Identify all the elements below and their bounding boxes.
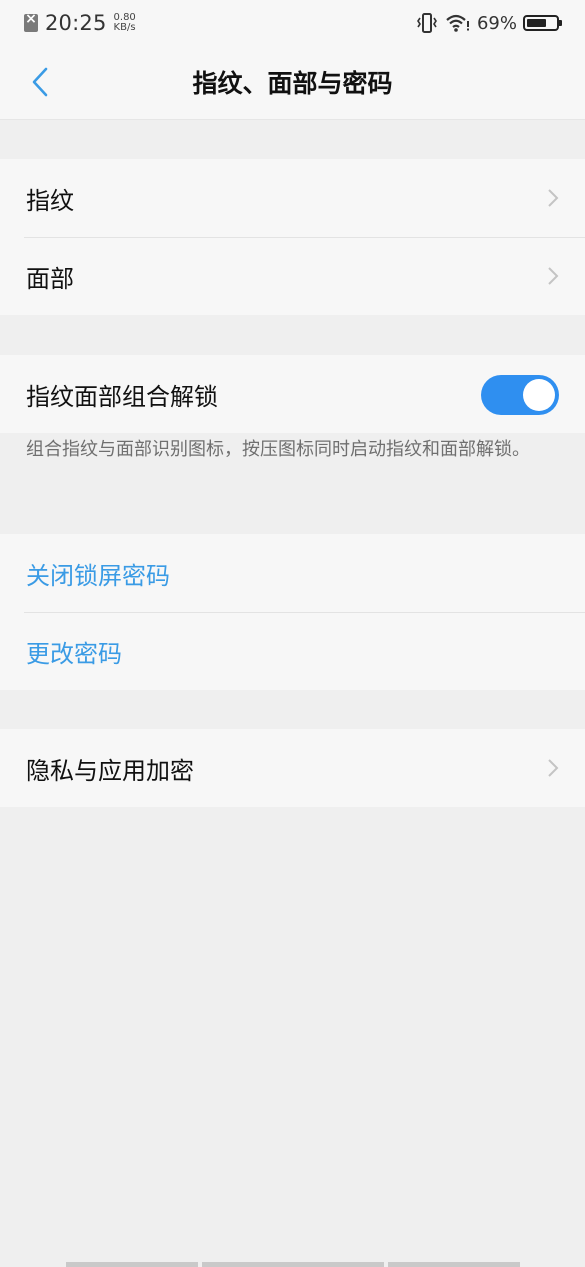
change-password-label: 更改密码 — [26, 639, 122, 668]
wifi-icon — [446, 14, 469, 32]
nav-hint-right[interactable] — [388, 1262, 520, 1267]
chevron-right-icon — [548, 189, 559, 207]
privacy-encryption-label: 隐私与应用加密 — [26, 756, 194, 785]
close-lock-password-row[interactable]: 关闭锁屏密码 — [0, 534, 585, 612]
biometrics-group: 指纹 面部 — [0, 159, 585, 315]
combo-unlock-label: 指纹面部组合解锁 — [26, 382, 218, 411]
network-speed-unit: KB/s — [113, 22, 136, 33]
combo-unlock-group: 指纹面部组合解锁 — [0, 355, 585, 433]
battery-level-fill — [527, 19, 546, 27]
fingerprint-row[interactable]: 指纹 — [0, 159, 585, 237]
combo-unlock-toggle[interactable] — [481, 375, 559, 415]
network-speed: 0.80 KB/s — [114, 13, 136, 33]
combo-unlock-row: 指纹面部组合解锁 — [0, 355, 585, 433]
fingerprint-label: 指纹 — [26, 186, 74, 215]
battery-percentage: 69% — [476, 12, 517, 34]
chevron-right-icon — [548, 759, 559, 777]
header: 指纹、面部与密码 — [0, 46, 585, 120]
face-row[interactable]: 面部 — [0, 237, 585, 315]
nav-hint-center[interactable] — [202, 1262, 384, 1267]
privacy-group: 隐私与应用加密 — [0, 729, 585, 807]
battery-icon — [523, 15, 562, 31]
toggle-knob — [523, 379, 555, 411]
combo-unlock-description: 组合指纹与面部识别图标，按压图标同时启动指纹和面部解锁。 — [26, 439, 530, 460]
privacy-encryption-row[interactable]: 隐私与应用加密 — [0, 729, 585, 807]
status-right: 69% — [417, 9, 562, 37]
chevron-right-icon — [548, 267, 559, 285]
vibrate-icon — [417, 13, 437, 33]
status-time: 20:25 — [45, 11, 107, 35]
status-bar: 20:25 0.80 KB/s 69% — [0, 0, 585, 46]
change-password-row[interactable]: 更改密码 — [0, 612, 585, 690]
no-sim-icon — [24, 11, 38, 32]
nav-hint-left[interactable] — [66, 1262, 198, 1267]
face-label: 面部 — [26, 264, 74, 293]
close-lock-password-label: 关闭锁屏密码 — [26, 561, 170, 590]
password-group: 关闭锁屏密码 更改密码 — [0, 534, 585, 690]
page-title: 指纹、面部与密码 — [192, 69, 393, 98]
bottom-navigation-hint — [66, 1262, 524, 1267]
screen: 20:25 0.80 KB/s 69% — [0, 0, 585, 1267]
status-left: 20:25 0.80 KB/s — [24, 9, 136, 37]
